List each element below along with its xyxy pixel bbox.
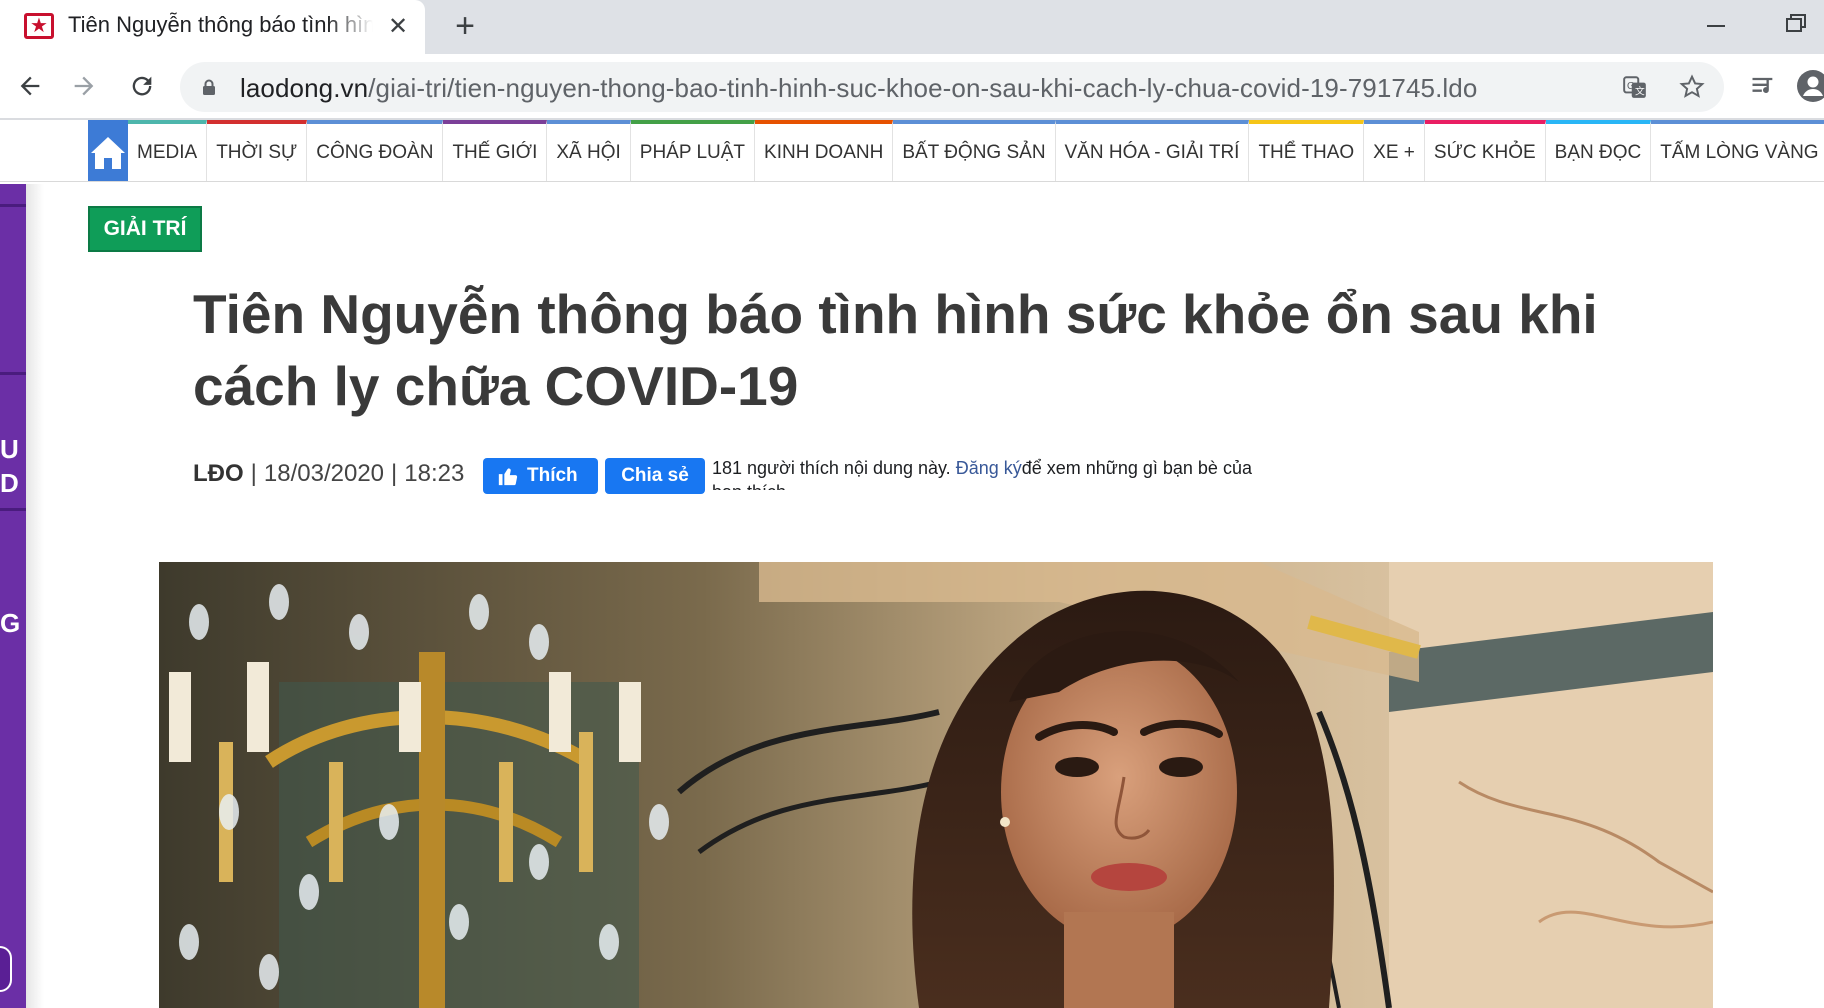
tab-strip: ★ Tiên Nguyễn thông báo tình hình sức kh… xyxy=(0,0,1824,54)
site-favicon-icon: ★ xyxy=(24,13,54,39)
main-navigation: MEDIA THỜI SỰ CÔNG ĐOÀN THẾ GIỚI XÃ HỘI … xyxy=(88,120,1824,182)
article-title: Tiên Nguyễn thông báo tình hình sức khỏe… xyxy=(193,283,1598,417)
reading-list-icon[interactable] xyxy=(1745,68,1781,104)
nav-item-the-gioi[interactable]: THẾ GIỚI xyxy=(443,120,548,182)
article-date: 18/03/2020 xyxy=(263,460,385,487)
nav-divider xyxy=(0,181,1824,182)
meta-separator: | xyxy=(391,460,398,487)
nav-item-tam-long-vang[interactable]: TẤM LÒNG VÀNG xyxy=(1651,120,1824,182)
bookmark-star-icon[interactable] xyxy=(1677,72,1707,102)
reload-icon[interactable] xyxy=(124,68,160,104)
article-meta: LĐO | 18/03/2020 | 18:23 xyxy=(193,454,464,494)
new-tab-button[interactable]: + xyxy=(447,8,483,44)
left-shadow xyxy=(26,184,44,1008)
back-arrow-icon[interactable] xyxy=(12,68,48,104)
facebook-share-button[interactable]: Chia sẻ xyxy=(605,458,705,494)
translate-icon[interactable]: G文 xyxy=(1620,72,1650,102)
thumbs-up-icon xyxy=(498,468,518,486)
ad-letter: U xyxy=(0,434,19,464)
home-icon[interactable] xyxy=(88,120,128,182)
browser-toolbar: laodong.vn/giai-tri/tien-nguyen-thong-ba… xyxy=(0,54,1824,120)
minimize-window-icon[interactable] xyxy=(1698,8,1734,44)
ad-letter: D xyxy=(0,468,19,498)
nav-item-thoi-su[interactable]: THỜI SỰ xyxy=(207,120,308,182)
nav-item-media[interactable]: MEDIA xyxy=(128,120,208,182)
nav-item-ban-doc[interactable]: BẠN ĐỌC xyxy=(1545,120,1652,182)
article-hero-image xyxy=(159,562,1713,1008)
tab-title: Tiên Nguyễn thông báo tình hình sức khỏe… xyxy=(68,12,373,37)
profile-avatar-icon[interactable] xyxy=(1795,68,1824,104)
browser-tab-active[interactable]: ★ Tiên Nguyễn thông báo tình hình sức kh… xyxy=(0,0,425,54)
like-label: Thích xyxy=(527,465,578,486)
nav-item-phap-luat[interactable]: PHÁP LUẬT xyxy=(630,120,756,182)
nav-item-bat-dong-san[interactable]: BẤT ĐỘNG SẢN xyxy=(893,120,1056,182)
category-badge[interactable]: GIẢI TRÍ xyxy=(88,206,202,252)
left-ad-banner[interactable]: U D G xyxy=(0,184,26,1008)
svg-text:G: G xyxy=(1627,81,1635,92)
web-page: MEDIA THỜI SỰ CÔNG ĐOÀN THẾ GIỚI XÃ HỘI … xyxy=(0,120,1824,1008)
nav-item-suc-khoe[interactable]: SỨC KHỎE xyxy=(1424,120,1546,182)
nav-item-kinh-doanh[interactable]: KINH DOANH xyxy=(755,120,894,182)
signup-link[interactable]: Đăng ký xyxy=(956,458,1022,478)
restore-window-icon[interactable] xyxy=(1778,8,1814,44)
facebook-like-button[interactable]: Thích xyxy=(483,458,598,494)
nav-item-van-hoa-giai-tri[interactable]: VĂN HÓA - GIẢI TRÍ xyxy=(1055,120,1250,182)
url-text[interactable]: laodong.vn/giai-tri/tien-nguyen-thong-ba… xyxy=(240,73,1477,104)
lock-icon[interactable] xyxy=(202,79,216,95)
svg-text:文: 文 xyxy=(1635,85,1645,98)
nav-item-cong-doan[interactable]: CÔNG ĐOÀN xyxy=(307,120,444,182)
address-bar[interactable]: laodong.vn/giai-tri/tien-nguyen-thong-ba… xyxy=(180,62,1724,112)
like-count-text: 181 người thích nội dung này. xyxy=(712,458,951,478)
ad-letter: G xyxy=(0,608,21,638)
forward-arrow-icon[interactable] xyxy=(66,68,102,104)
meta-separator: | xyxy=(250,460,257,487)
nav-item-the-thao[interactable]: THỂ THAO xyxy=(1249,120,1365,182)
article-author: LĐO xyxy=(193,460,244,487)
facebook-like-count: 181 người thích nội dung này. Đăng kýđể … xyxy=(712,456,1272,490)
nav-item-xa-hoi[interactable]: XÃ HỘI xyxy=(547,120,631,182)
article-time: 18:23 xyxy=(404,460,465,487)
ad-button[interactable] xyxy=(0,946,12,992)
nav-item-xe[interactable]: XE + xyxy=(1364,120,1425,182)
tab-close-icon[interactable]: ✕ xyxy=(384,12,412,40)
